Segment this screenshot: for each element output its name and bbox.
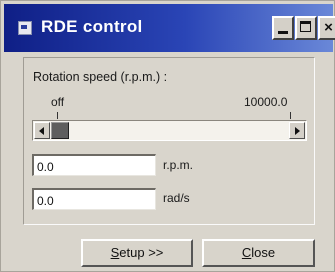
title-bar[interactable]: RDE control × [4,4,335,52]
scroll-thumb[interactable] [51,122,69,139]
setup-button[interactable]: Setup >> [81,239,193,267]
close-mnemonic: C [241,245,252,260]
close-label: lose [251,245,276,260]
close-window-button[interactable]: × [318,16,335,40]
rpm-input[interactable] [32,154,156,176]
scroll-left-button[interactable] [34,122,50,139]
maximize-icon [300,21,311,32]
rpm-unit-label: r.p.m. [163,158,194,172]
scroll-right-button[interactable] [289,122,305,139]
maximize-button[interactable] [295,16,317,40]
slider-max-tick [290,112,291,119]
slider-min-label: off [51,95,65,109]
minimize-button[interactable] [272,16,294,40]
rotation-speed-scrollbar[interactable] [32,120,307,141]
arrow-right-icon [295,127,300,135]
rde-control-window: RDE control × Rotation speed (r.p.m.) : … [0,0,335,272]
arrow-left-icon [39,127,44,135]
rad-per-s-unit-label: rad/s [163,191,190,205]
close-button[interactable]: Close [202,239,315,267]
minimize-icon [278,31,288,34]
window-app-icon[interactable] [18,21,32,35]
close-icon: × [324,19,333,36]
slider-max-label: 10000.0 [244,95,288,109]
setup-mnemonic: S [110,245,120,260]
setup-label: etup >> [119,245,164,260]
slider-min-tick [57,112,58,119]
rotation-speed-label: Rotation speed (r.p.m.) : [33,70,168,84]
window-title: RDE control [41,17,143,36]
rad-per-s-input[interactable] [32,188,156,210]
